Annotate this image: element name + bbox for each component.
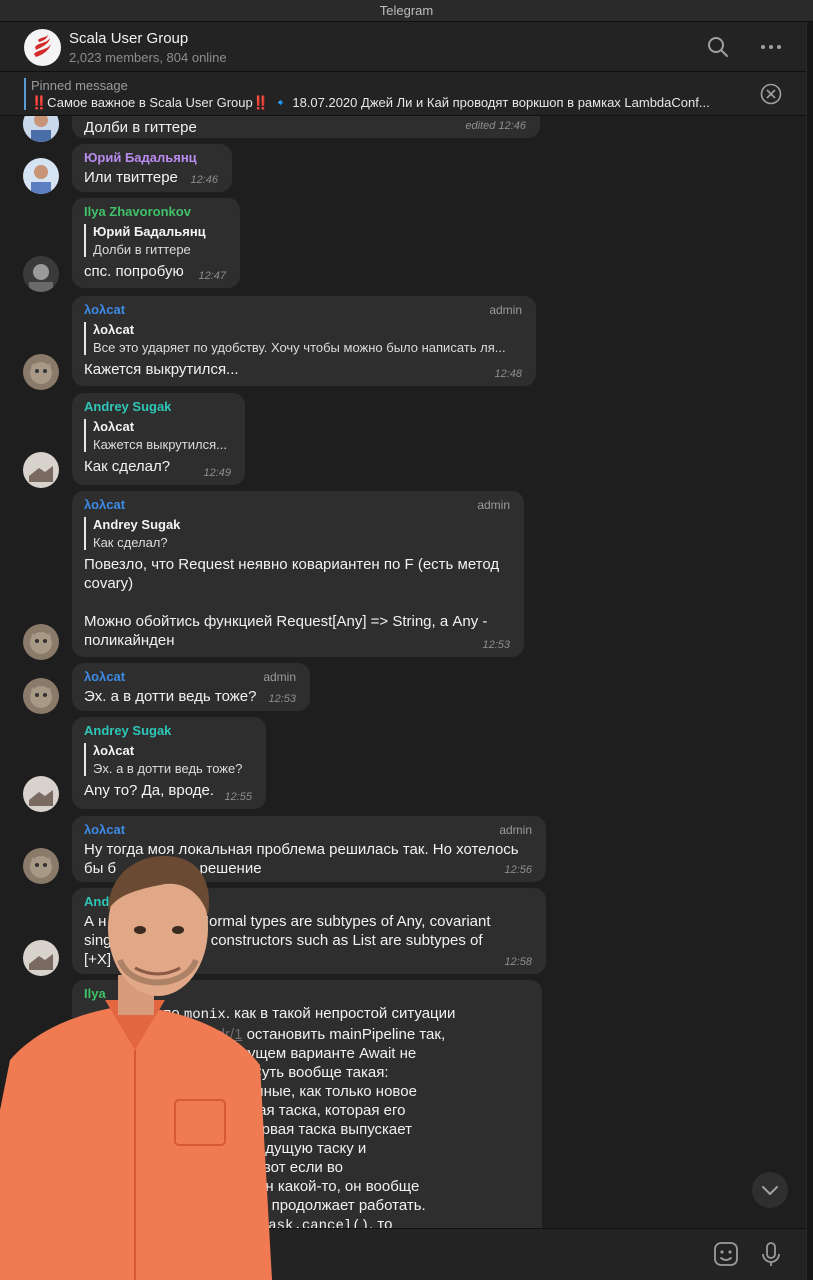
reply-sender: λολcat xyxy=(93,419,135,434)
admin-badge: admin xyxy=(477,498,510,512)
reply-quote[interactable]: λολcat Кажется выкрутился... xyxy=(84,419,233,452)
admin-badge: admin xyxy=(489,303,522,317)
reply-text: Как сделал? xyxy=(93,535,168,550)
window-scrollbar[interactable] xyxy=(806,22,813,1280)
message-time: 12:55 xyxy=(224,791,252,803)
person-photo-overlay xyxy=(0,855,272,1280)
message-text: поликайнден xyxy=(84,632,175,649)
sender-name[interactable]: λολcat xyxy=(84,497,512,512)
user-photo-icon xyxy=(23,158,59,194)
message-time: 12:48 xyxy=(494,368,522,380)
cat-photo-icon xyxy=(23,624,59,660)
reply-text: Все это ударяет по удобству. Хочу чтобы … xyxy=(93,340,506,355)
message-time: 12:53 xyxy=(482,639,510,651)
window-titlebar: Telegram xyxy=(0,0,813,22)
message-time: 12:46 xyxy=(190,174,218,186)
window-title: Telegram xyxy=(379,3,434,18)
avatar[interactable] xyxy=(23,776,59,812)
message-text-part: , то xyxy=(369,1216,393,1228)
message-bubble[interactable]: λολcat admin Andrey Sugak Как сделал? По… xyxy=(72,491,524,657)
sender-name[interactable]: Юрий Бадальянц xyxy=(84,150,220,165)
message-text: Эх. а в дотти ведь тоже? xyxy=(84,688,257,705)
message-time: 12:49 xyxy=(203,467,231,479)
chevron-down-icon xyxy=(762,1186,778,1195)
message-bubble[interactable]: Andrey Sugak λολcat Эх. а в дотти ведь т… xyxy=(72,717,266,809)
reply-text: Кажется выкрутился... xyxy=(93,437,227,452)
sender-name[interactable]: Andrey Sugak xyxy=(84,399,233,414)
pinned-accent-bar xyxy=(24,78,26,110)
avatar[interactable] xyxy=(23,116,59,142)
more-icon[interactable] xyxy=(758,34,784,60)
pinned-text[interactable]: ‼️Самое важное в Scala User Group‼️ 🔹 18… xyxy=(31,95,751,111)
avatar[interactable] xyxy=(23,678,59,714)
reply-text: Долби в гиттере xyxy=(93,242,191,257)
user-photo-icon xyxy=(23,452,59,488)
reply-quote[interactable]: Andrey Sugak Как сделал? xyxy=(84,517,512,550)
reply-text: Эх. а в дотти ведь тоже? xyxy=(93,761,243,776)
message-time: edited 12:46 xyxy=(465,120,526,132)
chat-title[interactable]: Scala User Group xyxy=(69,30,188,47)
reply-sender: λολcat xyxy=(93,322,135,337)
avatar[interactable] xyxy=(23,354,59,390)
admin-badge: admin xyxy=(499,823,532,837)
message-text: Кажется выкрутился... xyxy=(84,361,239,378)
message-time: 12:58 xyxy=(504,956,532,968)
message-time: 12:56 xyxy=(504,864,532,876)
group-avatar[interactable] xyxy=(24,29,61,66)
sender-name[interactable]: λολcat xyxy=(84,302,524,317)
reply-sender: Юрий Бадальянц xyxy=(93,224,206,239)
message-text: covary) xyxy=(84,575,134,592)
chat-subtitle: 2,023 members, 804 online xyxy=(69,50,227,65)
message-bubble[interactable]: λολcat admin λολcat Все это ударяет по у… xyxy=(72,296,536,386)
scroll-to-bottom-button[interactable] xyxy=(752,1172,788,1208)
search-icon[interactable] xyxy=(705,34,731,60)
avatar[interactable] xyxy=(23,256,59,292)
reply-quote[interactable]: Юрий Бадальянц Долби в гиттере xyxy=(84,224,228,257)
message-time: 12:53 xyxy=(268,693,296,705)
sender-name[interactable]: λολcat xyxy=(84,822,534,837)
message-bubble[interactable]: Andrey Sugak λολcat Кажется выкрутился..… xyxy=(72,393,245,485)
message-time: 12:47 xyxy=(198,270,226,282)
cat-photo-icon xyxy=(23,678,59,714)
avatar[interactable] xyxy=(23,158,59,194)
reply-sender: Andrey Sugak xyxy=(93,517,181,532)
user-photo-icon xyxy=(23,116,59,142)
pinned-message[interactable]: Pinned message ‼️Самое важное в Scala Us… xyxy=(0,72,806,116)
message-bubble[interactable]: Долби в гиттере edited 12:46 xyxy=(72,116,540,138)
message-text: Долби в гиттере xyxy=(84,119,197,136)
chat-header[interactable]: Scala User Group 2,023 members, 804 onli… xyxy=(0,22,806,72)
pinned-label: Pinned message xyxy=(31,78,128,93)
message-text: Повезло, что Request неявно ковариантен … xyxy=(84,556,500,573)
avatar[interactable] xyxy=(23,624,59,660)
close-icon[interactable] xyxy=(760,83,782,105)
message-bubble[interactable]: λολcat admin Эх. а в дотти ведь тоже? 12… xyxy=(72,663,310,711)
message-text: Можно обойтись функцией Request[Any] => … xyxy=(84,613,488,630)
avatar[interactable] xyxy=(23,452,59,488)
message-bubble[interactable]: Юрий Бадальянц Или твиттере 12:46 xyxy=(72,144,232,192)
reply-sender: λολcat xyxy=(93,743,135,758)
reply-quote[interactable]: λολcat Эх. а в дотти ведь тоже? xyxy=(84,743,254,776)
user-photo-icon xyxy=(23,256,59,292)
message-text-part: остановить mainPipeline так, xyxy=(242,1026,446,1043)
scala-logo-icon xyxy=(24,29,61,66)
admin-badge: admin xyxy=(263,670,296,684)
sticker-icon[interactable] xyxy=(711,1239,741,1269)
message-bubble[interactable]: Ilya Zhavoronkov Юрий Бадальянц Долби в … xyxy=(72,198,240,288)
sender-name[interactable]: Ilya Zhavoronkov xyxy=(84,204,228,219)
reply-quote[interactable]: λολcat Все это ударяет по удобству. Хочу… xyxy=(84,322,524,355)
sender-name[interactable]: Andrey Sugak xyxy=(84,723,254,738)
microphone-icon[interactable] xyxy=(756,1239,786,1269)
user-photo-icon xyxy=(23,776,59,812)
cat-photo-icon xyxy=(23,354,59,390)
